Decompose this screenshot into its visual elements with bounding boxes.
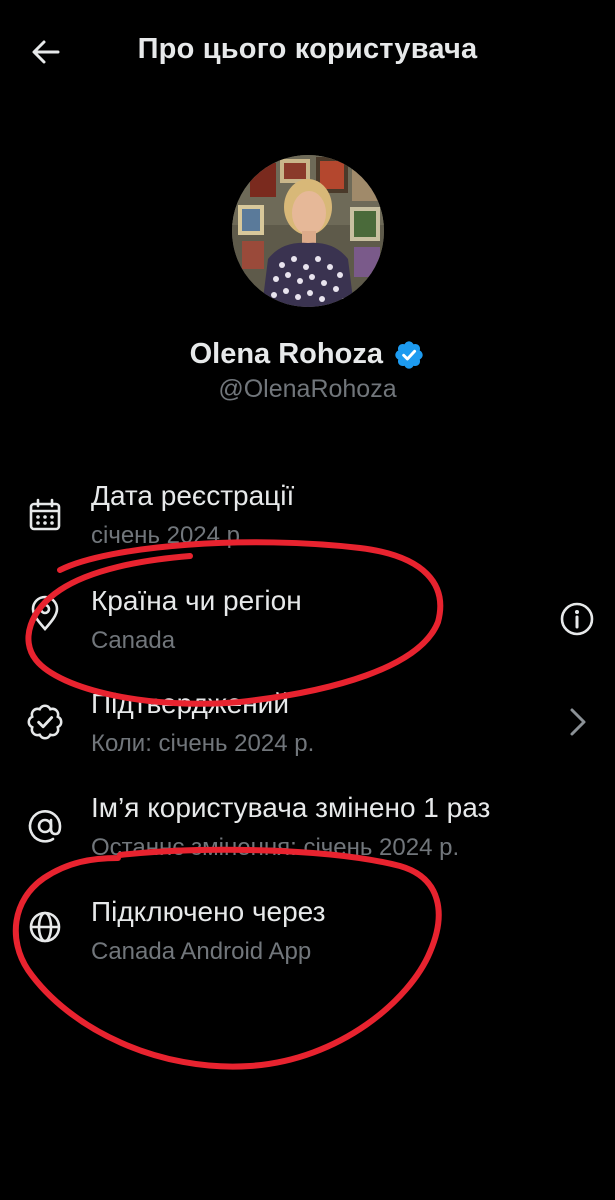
row-title: Дата реєстрації (91, 480, 295, 511)
row-title: Підтверджений (91, 688, 289, 719)
top-bar: Про цього користувача (0, 0, 615, 105)
info-row-verified[interactable]: Підтверджений Коли: січень 2024 р. (0, 678, 615, 778)
verified-badge-icon (395, 340, 424, 369)
row-subtitle: Коли: січень 2024 р. (91, 730, 315, 757)
verified-check-icon (27, 704, 63, 740)
globe-icon (29, 911, 61, 943)
location-pin-icon (31, 595, 59, 631)
info-icon (560, 602, 594, 636)
row-subtitle: Canada Android App (91, 938, 312, 965)
verified-details-button[interactable] (559, 704, 595, 740)
profile-name: Olena Rohoza (189, 338, 383, 370)
info-row-join-date: Дата реєстрації січень 2024 р. (0, 470, 615, 570)
profile-handle: @OlenaRohoza (218, 375, 397, 403)
avatar[interactable] (232, 155, 384, 307)
profile-name-row: Olena Rohoza (0, 338, 615, 371)
info-row-connected-via: Підключено через Canada Android App (0, 886, 615, 986)
row-title: Країна чи регіон (91, 585, 302, 616)
row-subtitle: січень 2024 р. (91, 522, 247, 549)
at-sign-icon (28, 810, 62, 843)
country-info-button[interactable] (559, 601, 595, 637)
chevron-right-icon (570, 708, 586, 736)
page-title: Про цього користувача (137, 33, 478, 65)
row-subtitle: Canada (91, 627, 176, 654)
row-title: Ім’я користувача змінено 1 раз (91, 792, 491, 823)
info-row-country[interactable]: Країна чи регіон Canada (0, 575, 615, 675)
row-subtitle: Останнє змінення: січень 2024 р. (91, 834, 460, 861)
calendar-icon (29, 498, 61, 531)
row-title: Підключено через (91, 896, 326, 927)
info-row-username-changes: Ім’я користувача змінено 1 раз Останнє з… (0, 782, 615, 882)
